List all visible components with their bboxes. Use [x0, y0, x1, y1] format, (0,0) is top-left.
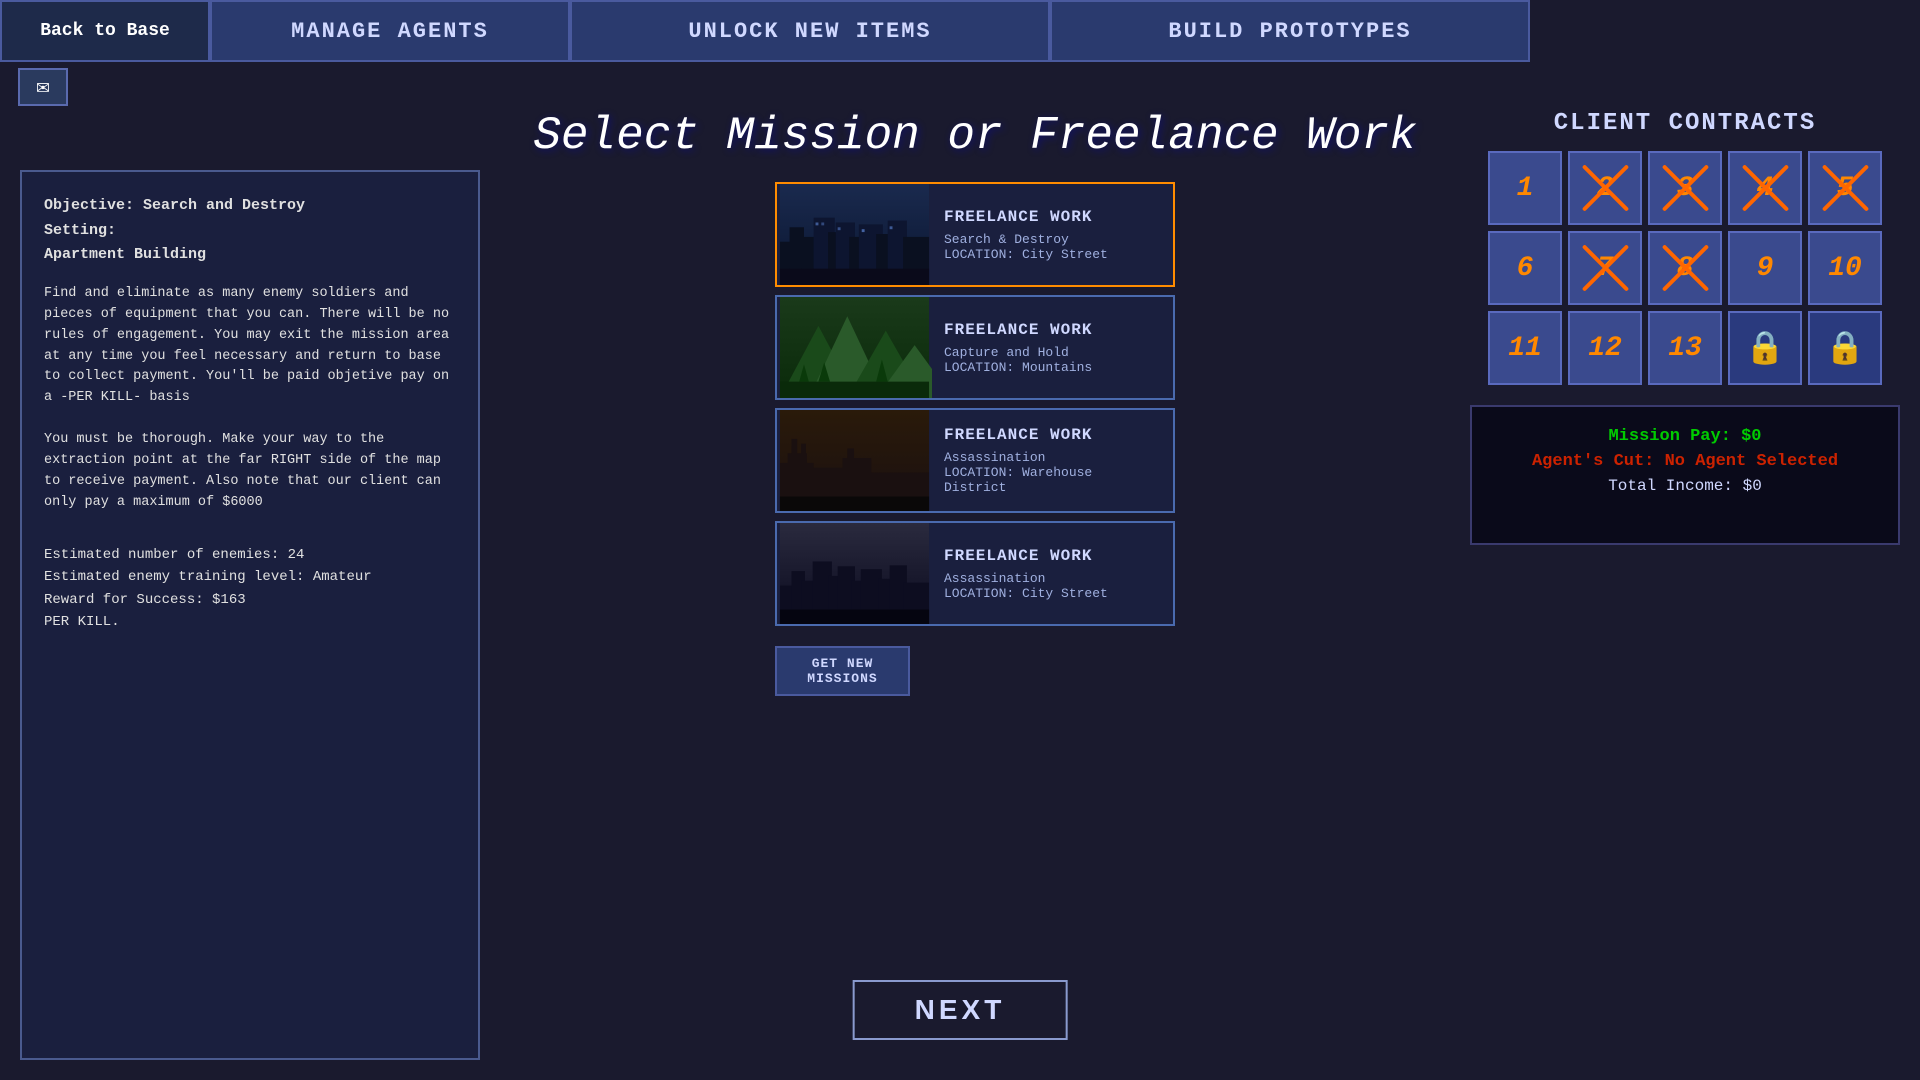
- contract-x-5: [1810, 153, 1880, 223]
- mission-location-2: LOCATION: Mountains: [944, 360, 1092, 375]
- next-button-area: NEXT: [853, 980, 1068, 1040]
- contract-item-12[interactable]: 12: [1568, 311, 1642, 385]
- mission-subtype-4: Assassination: [944, 571, 1108, 586]
- mission-description-panel: Objective: Search and Destroy Setting: A…: [20, 170, 480, 1060]
- setting-value: Apartment Building: [44, 243, 456, 266]
- contract-item-2[interactable]: 2: [1568, 151, 1642, 225]
- mission-card-2[interactable]: FREELANCE WORK Capture and Hold LOCATION…: [775, 295, 1175, 400]
- contract-item-11[interactable]: 11: [1488, 311, 1562, 385]
- mission-type-2: FREELANCE WORK: [944, 321, 1092, 339]
- contract-x-3: [1650, 153, 1720, 223]
- mission-pay: Mission Pay: $0: [1492, 427, 1878, 446]
- build-prototypes-label: BUILD PROTOTYPES: [1168, 19, 1411, 44]
- contract-item-5[interactable]: 5: [1808, 151, 1882, 225]
- contract-item-8[interactable]: 8: [1648, 231, 1722, 305]
- contract-item-6[interactable]: 6: [1488, 231, 1562, 305]
- get-new-missions-label: GET NEWMISSIONS: [807, 656, 877, 686]
- training-level: Estimated enemy training level: Amateur: [44, 566, 456, 588]
- reward: Reward for Success: $163: [44, 589, 456, 611]
- contract-item-14[interactable]: 🔒: [1728, 311, 1802, 385]
- top-navigation: Back to Base MANAGE AGENTS UNLOCK NEW IT…: [0, 0, 1920, 62]
- back-to-base-label: Back to Base: [40, 21, 170, 41]
- contract-x-7: [1570, 233, 1640, 303]
- mission-type-3: FREELANCE WORK: [944, 426, 1161, 444]
- mission-preview-2: [777, 297, 932, 398]
- mission-subtype-3: Assassination: [944, 450, 1161, 465]
- mission-info-3: FREELANCE WORK Assassination LOCATION: W…: [932, 410, 1173, 511]
- contract-item-1[interactable]: 1: [1488, 151, 1562, 225]
- mission-location-4: LOCATION: City Street: [944, 586, 1108, 601]
- per-kill: PER KILL.: [44, 611, 456, 633]
- lock-icon-14: 🔒: [1745, 328, 1785, 368]
- right-panel: CLIENT CONTRACTS 1 2 3 4 5: [1470, 100, 1900, 1060]
- page-title: Select Mission or Freelance Work: [533, 110, 1416, 162]
- contract-item-7[interactable]: 7: [1568, 231, 1642, 305]
- objective-title: Objective: Search and Destroy: [44, 194, 456, 217]
- mission-preview-3: [777, 410, 932, 511]
- mission-location-3: LOCATION: Warehouse District: [944, 465, 1161, 495]
- main-content: Objective: Search and Destroy Setting: A…: [0, 80, 1920, 1080]
- payment-box: Mission Pay: $0 Agent's Cut: No Agent Se…: [1470, 405, 1900, 545]
- mission-type-4: FREELANCE WORK: [944, 547, 1108, 565]
- get-new-missions-button[interactable]: GET NEWMISSIONS: [775, 646, 910, 696]
- next-button[interactable]: NEXT: [853, 980, 1068, 1040]
- center-panel: Select Mission or Freelance Work: [500, 100, 1450, 1060]
- mission-info-4: FREELANCE WORK Assassination LOCATION: C…: [932, 523, 1120, 624]
- agent-cut: Agent's Cut: No Agent Selected: [1492, 452, 1878, 471]
- contract-item-15[interactable]: 🔒: [1808, 311, 1882, 385]
- enemies-count: Estimated number of enemies: 24: [44, 544, 456, 566]
- manage-agents-label: MANAGE AGENTS: [291, 19, 489, 44]
- client-contracts-title: CLIENT CONTRACTS: [1470, 110, 1900, 137]
- contract-x-4: [1730, 153, 1800, 223]
- mission-info-1: FREELANCE WORK Search & Destroy LOCATION…: [932, 184, 1120, 285]
- contract-x-8: [1650, 233, 1720, 303]
- lock-icon-15: 🔒: [1825, 328, 1865, 368]
- mission-preview-1: [777, 184, 932, 285]
- mission-card-4[interactable]: FREELANCE WORK Assassination LOCATION: C…: [775, 521, 1175, 626]
- mission-card-1[interactable]: FREELANCE WORK Search & Destroy LOCATION…: [775, 182, 1175, 287]
- back-to-base-button[interactable]: Back to Base: [0, 0, 210, 62]
- mission-location-1: LOCATION: City Street: [944, 247, 1108, 262]
- contract-item-9[interactable]: 9: [1728, 231, 1802, 305]
- contract-x-2: [1570, 153, 1640, 223]
- total-income: Total Income: $0: [1492, 477, 1878, 495]
- mission-list: FREELANCE WORK Search & Destroy LOCATION…: [775, 182, 1175, 626]
- contract-item-4[interactable]: 4: [1728, 151, 1802, 225]
- mission-subtype-2: Capture and Hold: [944, 345, 1092, 360]
- mission-type-1: FREELANCE WORK: [944, 208, 1108, 226]
- unlock-new-items-label: UNLOCK NEW ITEMS: [688, 19, 931, 44]
- mission-card-3[interactable]: FREELANCE WORK Assassination LOCATION: W…: [775, 408, 1175, 513]
- contract-item-13[interactable]: 13: [1648, 311, 1722, 385]
- mission-info-2: FREELANCE WORK Capture and Hold LOCATION…: [932, 297, 1104, 398]
- mission-stats: Estimated number of enemies: 24 Estimate…: [44, 544, 456, 634]
- mission-description: Find and eliminate as many enemy soldier…: [44, 284, 456, 514]
- build-prototypes-button[interactable]: BUILD PROTOTYPES: [1050, 0, 1530, 62]
- mission-subtype-1: Search & Destroy: [944, 232, 1108, 247]
- contract-item-3[interactable]: 3: [1648, 151, 1722, 225]
- contract-grid: 1 2 3 4 5 6 7: [1470, 151, 1900, 385]
- mission-preview-4: [777, 523, 932, 624]
- unlock-new-items-button[interactable]: UNLOCK NEW ITEMS: [570, 0, 1050, 62]
- contract-item-10[interactable]: 10: [1808, 231, 1882, 305]
- setting-label: Setting:: [44, 219, 456, 242]
- manage-agents-button[interactable]: MANAGE AGENTS: [210, 0, 570, 62]
